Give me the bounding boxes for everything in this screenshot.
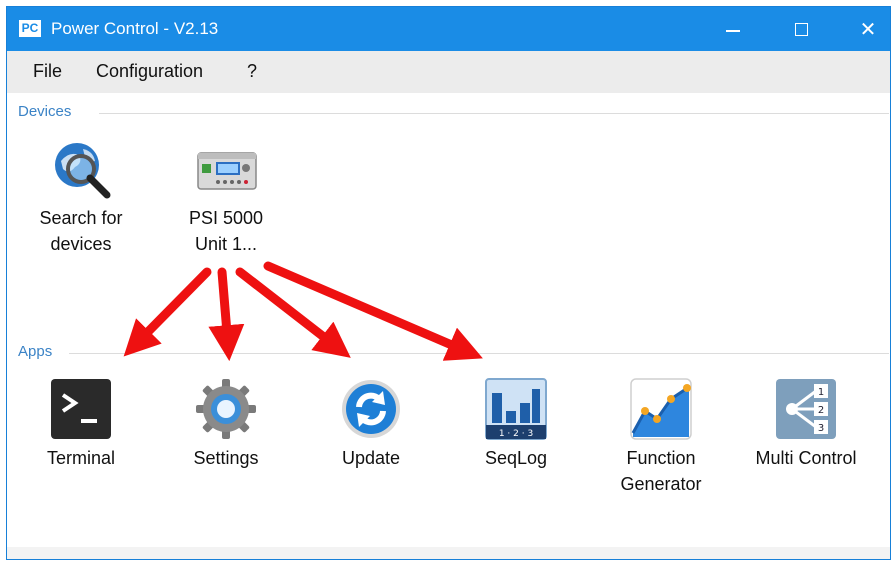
svg-text:3: 3 [818, 423, 824, 434]
seqlog-icon: 1 · 2 · 3 [484, 377, 548, 441]
app-settings[interactable]: Settings [161, 377, 291, 471]
status-strip [7, 547, 890, 559]
app-terminal[interactable]: Terminal [16, 377, 146, 471]
app-seqlog-label: SeqLog [484, 448, 548, 468]
title-bar[interactable]: PC Power Control - V2.13 ✕ [7, 7, 890, 51]
refresh-icon [339, 377, 403, 441]
app-update-label: Update [341, 448, 401, 468]
minimize-button[interactable] [700, 7, 766, 51]
device-psi5000[interactable]: PSI 5000 Unit 1... [161, 137, 291, 257]
maximize-icon [794, 22, 808, 36]
svg-text:1: 1 [818, 387, 824, 398]
app-multi-control[interactable]: 1 2 3 Multi Control [741, 377, 871, 471]
app-multi-control-label: Multi Control [755, 448, 857, 468]
minimize-icon [726, 30, 740, 32]
menu-configuration[interactable]: Configuration [96, 61, 203, 82]
app-function-generator-label: Function Generator [620, 448, 702, 494]
power-control-window: PC Power Control - V2.13 ✕ File Configur… [6, 6, 891, 560]
close-icon: ✕ [859, 17, 877, 41]
svg-text:2: 2 [818, 405, 824, 416]
menu-file[interactable]: File [33, 61, 62, 82]
svg-text:1 · 2 · 3: 1 · 2 · 3 [499, 429, 533, 439]
device-psi5000-label: PSI 5000 Unit 1... [188, 208, 264, 254]
function-generator-icon [629, 377, 693, 441]
devices-group-label: Devices [18, 103, 72, 120]
multi-control-icon: 1 2 3 [774, 377, 838, 441]
device-search[interactable]: Search for devices [16, 137, 146, 257]
app-seqlog[interactable]: 1 · 2 · 3 SeqLog [451, 377, 581, 471]
app-logo-icon: PC [19, 20, 41, 37]
devices-divider [99, 113, 889, 114]
app-terminal-label: Terminal [46, 448, 116, 468]
apps-group-label: Apps [18, 343, 53, 360]
window-title: Power Control - V2.13 [51, 19, 219, 38]
close-button[interactable]: ✕ [835, 7, 890, 51]
menu-bar: File Configuration ? [7, 51, 890, 93]
power-supply-icon [194, 137, 258, 201]
app-settings-label: Settings [193, 448, 259, 468]
terminal-icon [49, 377, 113, 441]
app-update[interactable]: Update [306, 377, 436, 471]
menu-help[interactable]: ? [247, 61, 257, 82]
app-function-generator[interactable]: Function Generator [596, 377, 726, 497]
maximize-button[interactable] [768, 7, 834, 51]
apps-divider [69, 353, 889, 354]
gear-icon [194, 377, 258, 441]
device-search-label: Search for devices [39, 208, 123, 254]
globe-magnifier-icon [49, 137, 113, 201]
